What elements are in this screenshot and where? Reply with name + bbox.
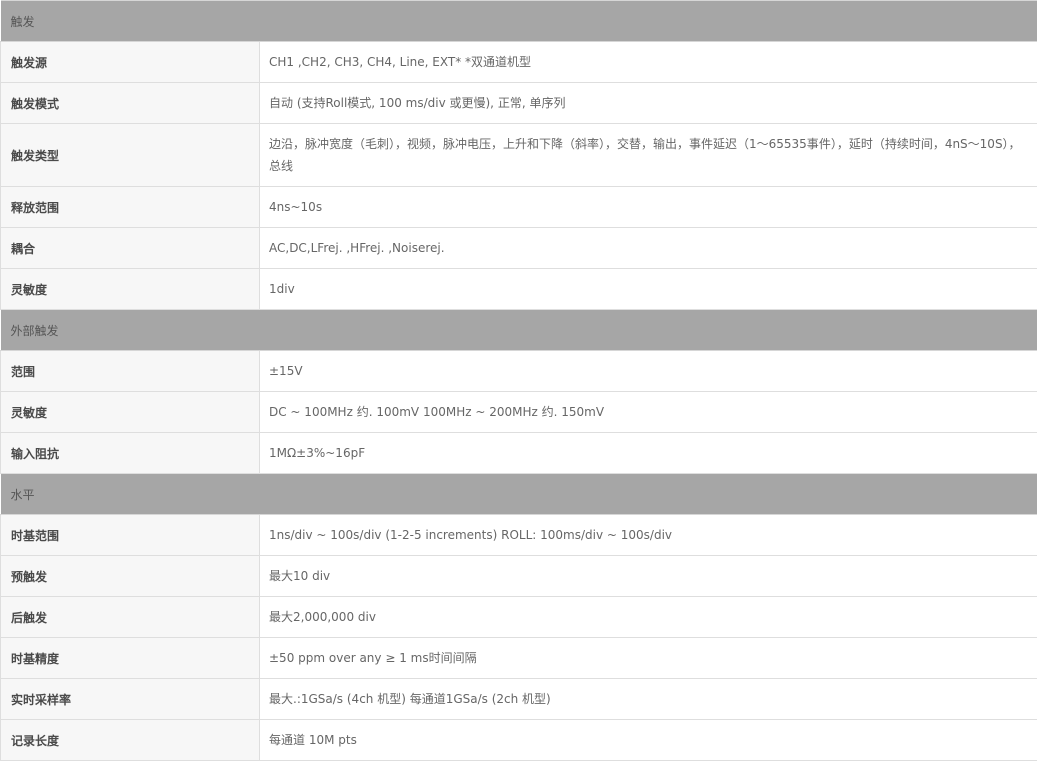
- row-value: 自动 (支持Roll模式, 100 ms/div 或更慢), 正常, 单序列: [258, 82, 1037, 124]
- row-value: ±15V: [258, 350, 1037, 392]
- row-value: 4ns~10s: [258, 186, 1037, 228]
- row-value: 边沿，脉冲宽度（毛刺），视频，脉冲电压，上升和下降（斜率），交替，输出，事件延迟…: [258, 123, 1037, 187]
- row-label: 耦合: [0, 227, 260, 269]
- table-row: 时基范围 1ns/div ~ 100s/div (1-2-5 increment…: [0, 514, 1037, 556]
- section-title: 触发: [0, 0, 1037, 42]
- row-label: 实时采样率: [0, 678, 260, 720]
- row-value: ±50 ppm over any ≥ 1 ms时间间隔: [258, 637, 1037, 679]
- table-row: 触发模式 自动 (支持Roll模式, 100 ms/div 或更慢), 正常, …: [0, 82, 1037, 124]
- row-value: AC,DC,LFrej. ,HFrej. ,Noiserej.: [258, 227, 1037, 269]
- table-row: 灵敏度 DC ~ 100MHz 约. 100mV 100MHz ~ 200MHz…: [0, 391, 1037, 433]
- row-label: 时基范围: [0, 514, 260, 556]
- table-row: 范围 ±15V: [0, 350, 1037, 392]
- table-row: 预触发 最大10 div: [0, 555, 1037, 597]
- section-title: 外部触发: [0, 309, 1037, 351]
- row-label: 触发模式: [0, 82, 260, 124]
- table-row: 后触发 最大2,000,000 div: [0, 596, 1037, 638]
- row-label: 释放范围: [0, 186, 260, 228]
- row-label: 时基精度: [0, 637, 260, 679]
- row-label: 触发类型: [0, 123, 260, 187]
- row-label: 灵敏度: [0, 391, 260, 433]
- row-label: 灵敏度: [0, 268, 260, 310]
- spec-table: 触发 触发源 CH1 ,CH2, CH3, CH4, Line, EXT* *双…: [0, 0, 1037, 761]
- table-row: 耦合 AC,DC,LFrej. ,HFrej. ,Noiserej.: [0, 227, 1037, 269]
- table-row: 实时采样率 最大.:1GSa/s (4ch 机型) 每通道1GSa/s (2ch…: [0, 678, 1037, 720]
- section-title: 水平: [0, 473, 1037, 515]
- row-label: 预触发: [0, 555, 260, 597]
- row-value: 最大.:1GSa/s (4ch 机型) 每通道1GSa/s (2ch 机型): [258, 678, 1037, 720]
- section-header-external-trigger: 外部触发: [0, 309, 1037, 351]
- row-label: 记录长度: [0, 719, 260, 761]
- table-row: 释放范围 4ns~10s: [0, 186, 1037, 228]
- row-value: 每通道 10M pts: [258, 719, 1037, 761]
- row-value: CH1 ,CH2, CH3, CH4, Line, EXT* *双通道机型: [258, 41, 1037, 83]
- section-header-horizontal: 水平: [0, 473, 1037, 515]
- row-label: 触发源: [0, 41, 260, 83]
- table-row: 输入阻抗 1MΩ±3%~16pF: [0, 432, 1037, 474]
- table-row: 记录长度 每通道 10M pts: [0, 719, 1037, 761]
- row-label: 输入阻抗: [0, 432, 260, 474]
- row-value: 1MΩ±3%~16pF: [258, 432, 1037, 474]
- table-row: 触发源 CH1 ,CH2, CH3, CH4, Line, EXT* *双通道机…: [0, 41, 1037, 83]
- row-value: DC ~ 100MHz 约. 100mV 100MHz ~ 200MHz 约. …: [258, 391, 1037, 433]
- row-value: 最大2,000,000 div: [258, 596, 1037, 638]
- row-value: 最大10 div: [258, 555, 1037, 597]
- row-value: 1ns/div ~ 100s/div (1-2-5 increments) RO…: [258, 514, 1037, 556]
- table-row: 灵敏度 1div: [0, 268, 1037, 310]
- table-row: 触发类型 边沿，脉冲宽度（毛刺），视频，脉冲电压，上升和下降（斜率），交替，输出…: [0, 123, 1037, 187]
- section-header-trigger: 触发: [0, 0, 1037, 42]
- row-label: 范围: [0, 350, 260, 392]
- row-label: 后触发: [0, 596, 260, 638]
- table-row: 时基精度 ±50 ppm over any ≥ 1 ms时间间隔: [0, 637, 1037, 679]
- row-value: 1div: [258, 268, 1037, 310]
